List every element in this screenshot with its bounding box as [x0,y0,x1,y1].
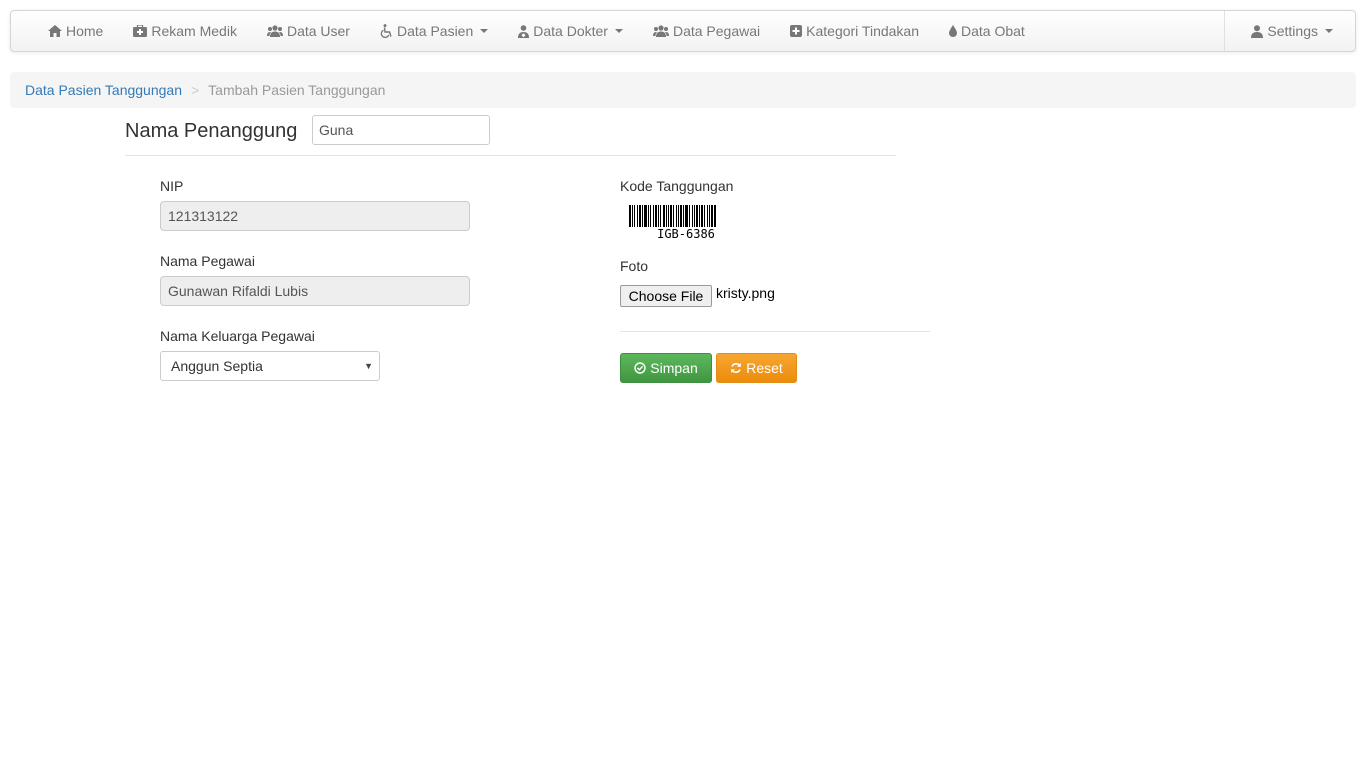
nama-penanggung-label: Nama Penanggung [125,120,298,142]
reset-button[interactable]: Reset [716,353,797,383]
nav-item-kategori-tindakan[interactable]: Kategori Tindakan [775,11,934,51]
tint-icon [949,25,957,37]
nav-item-home[interactable]: Home [33,11,118,51]
nav-item-label: Data Pegawai [672,23,761,39]
barcode-bars [629,205,716,227]
nav-item-label: Settings [1267,23,1318,39]
caret-down-icon [480,29,489,33]
nav-item-rekam-medik[interactable]: Rekam Medik [118,11,252,51]
nav-item-data-obat[interactable]: Data Obat [934,11,1040,51]
user-icon [1251,24,1264,38]
nama-keluarga-select[interactable]: Anggun Septia ▼ [160,351,380,381]
nama-pegawai-field[interactable] [160,276,470,306]
nav-item-label: Home [66,23,104,39]
nav-item-settings[interactable]: Settings [1225,11,1355,51]
foto-label: Foto [620,258,649,274]
kode-tanggungan-label: Kode Tanggungan [620,178,734,194]
nav-item-data-user[interactable]: Data User [252,11,365,51]
nama-keluarga-label: Nama Keluarga Pegawai [160,328,315,344]
nama-penanggung-input[interactable] [312,115,490,145]
nav-item-label: Kategori Tindakan [806,23,919,39]
nav-right: Settings [1224,11,1355,51]
nav-menu: Home Rekam Medik Data User Data Pasien D… [33,11,1040,51]
refresh-icon [730,362,742,374]
nav-item-label: Data Dokter [533,23,608,39]
simpan-button[interactable]: Simpan [620,353,712,383]
barcode-image: IGB-6386 [629,205,716,241]
breadcrumb-current: Tambah Pasien Tanggungan [208,82,386,98]
form-divider [620,331,930,332]
wheelchair-icon [380,24,393,38]
nav-item-label: Data User [286,23,350,39]
nama-keluarga-selected: Anggun Septia [171,358,263,374]
breadcrumb-link-data-pasien-tanggungan[interactable]: Data Pasien Tanggungan [25,82,182,98]
reset-label: Reset [746,360,783,376]
nav-item-label: Data Pasien [396,23,474,39]
users-icon [652,25,669,37]
nav-item-label: Rekam Medik [151,23,237,39]
nav-item-data-dokter[interactable]: Data Dokter [503,11,638,51]
user-md-icon [518,24,530,38]
nip-label: NIP [160,178,184,194]
breadcrumb-separator: > [190,82,200,98]
caret-down-icon [614,29,623,33]
barcode-text: IGB-6386 [657,227,715,241]
plus-square-icon [790,25,803,37]
nip-field[interactable] [160,201,470,231]
users-icon [266,25,283,37]
select-arrow-icon: ▼ [364,361,373,371]
home-icon [48,25,62,37]
nav-item-label: Data Obat [961,23,1025,39]
nav-item-data-pasien[interactable]: Data Pasien [365,11,503,51]
main-navbar: Home Rekam Medik Data User Data Pasien D… [10,10,1356,52]
medkit-icon [133,25,148,37]
header-divider [125,155,896,156]
check-circle-icon [634,362,646,374]
nama-pegawai-label: Nama Pegawai [160,253,255,269]
simpan-label: Simpan [650,360,698,376]
nav-item-data-pegawai[interactable]: Data Pegawai [638,11,775,51]
selected-file-name: kristy.png [716,285,775,301]
breadcrumb: Data Pasien Tanggungan > Tambah Pasien T… [10,72,1356,108]
caret-down-icon [1325,29,1333,33]
choose-file-button[interactable]: Choose File [620,285,712,307]
